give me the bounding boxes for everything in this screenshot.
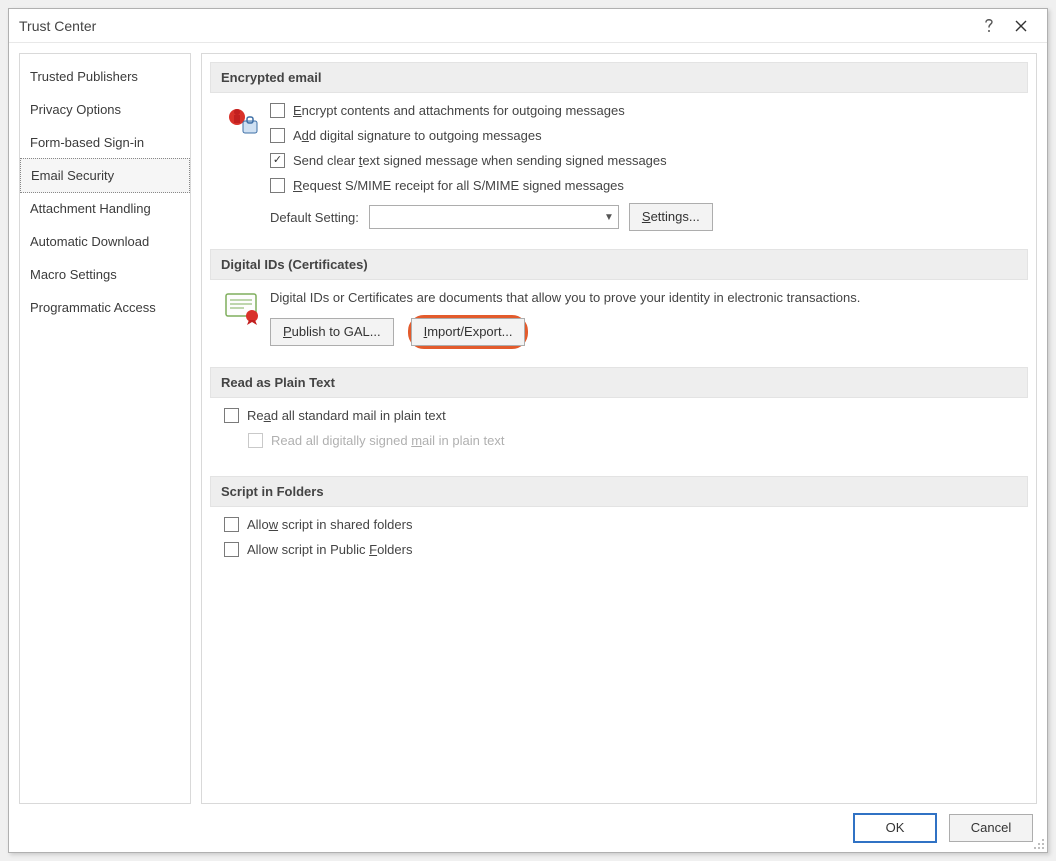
section-header-script-in-folders: Script in Folders <box>210 476 1028 507</box>
checkbox-request-smime-receipt[interactable]: Request S/MIME receipt for all S/MIME si… <box>270 178 1022 193</box>
window-title: Trust Center <box>19 18 973 34</box>
checkbox-send-clear-text[interactable]: ✓ Send clear text signed message when se… <box>270 153 1022 168</box>
help-button[interactable] <box>973 14 1005 38</box>
default-setting-select[interactable]: ▼ <box>369 205 619 229</box>
checkbox-read-all-plain-text[interactable]: Read all standard mail in plain text <box>224 408 1022 423</box>
checkbox-add-digital-signature[interactable]: Add digital signature to outgoing messag… <box>270 128 1022 143</box>
checkbox-label: Add digital signature to outgoing messag… <box>293 128 542 143</box>
sidebar-item-form-based-signin[interactable]: Form-based Sign-in <box>20 126 190 159</box>
section-script-in-folders: Allow script in shared folders Allow scr… <box>210 507 1028 571</box>
content-panel: Encrypted email Encrypt contents and att… <box>201 53 1037 804</box>
sidebar-item-automatic-download[interactable]: Automatic Download <box>20 225 190 258</box>
checkbox-label: Read all standard mail in plain text <box>247 408 446 423</box>
publish-to-gal-button[interactable]: Publish to GAL... <box>270 318 394 346</box>
section-header-plain-text: Read as Plain Text <box>210 367 1028 398</box>
cancel-button[interactable]: Cancel <box>949 814 1033 842</box>
checkbox-label: Request S/MIME receipt for all S/MIME si… <box>293 178 624 193</box>
checkbox-encrypt-contents[interactable]: Encrypt contents and attachments for out… <box>270 103 1022 118</box>
trust-center-dialog: Trust Center Trusted Publishers Privacy … <box>8 8 1048 853</box>
sidebar-item-attachment-handling[interactable]: Attachment Handling <box>20 192 190 225</box>
highlight-annotation: Import/Export... <box>408 315 529 349</box>
section-plain-text: Read all standard mail in plain text Rea… <box>210 398 1028 462</box>
dialog-body: Trusted Publishers Privacy Options Form-… <box>9 43 1047 804</box>
default-setting-label: Default Setting: <box>270 210 359 225</box>
checkbox-icon <box>270 103 285 118</box>
checkbox-icon <box>224 517 239 532</box>
checkbox-label: Allow script in shared folders <box>247 517 412 532</box>
checkbox-icon <box>248 433 263 448</box>
sidebar-item-privacy-options[interactable]: Privacy Options <box>20 93 190 126</box>
section-header-encrypted-email: Encrypted email <box>210 62 1028 93</box>
resize-grip-icon <box>1031 836 1045 850</box>
checkbox-allow-script-shared[interactable]: Allow script in shared folders <box>224 517 1022 532</box>
certificate-icon <box>216 290 270 349</box>
checkbox-label: Allow script in Public Folders <box>247 542 412 557</box>
sidebar-item-email-security[interactable]: Email Security <box>20 158 190 193</box>
checkbox-label: Read all digitally signed mail in plain … <box>271 433 504 448</box>
checkbox-icon <box>270 128 285 143</box>
checkbox-allow-script-public[interactable]: Allow script in Public Folders <box>224 542 1022 557</box>
close-button[interactable] <box>1005 14 1037 38</box>
titlebar: Trust Center <box>9 9 1047 43</box>
dialog-footer: OK Cancel <box>9 804 1047 852</box>
sidebar-item-trusted-publishers[interactable]: Trusted Publishers <box>20 60 190 93</box>
sidebar: Trusted Publishers Privacy Options Form-… <box>19 53 191 804</box>
checkbox-icon: ✓ <box>270 153 285 168</box>
section-header-digital-ids: Digital IDs (Certificates) <box>210 249 1028 280</box>
checkbox-icon <box>270 178 285 193</box>
close-icon <box>1015 20 1027 32</box>
checkbox-label: Encrypt contents and attachments for out… <box>293 103 625 118</box>
chevron-down-icon: ▼ <box>604 212 614 223</box>
section-digital-ids: Digital IDs or Certificates are document… <box>210 280 1028 353</box>
checkbox-icon <box>224 408 239 423</box>
ok-button[interactable]: OK <box>853 813 937 843</box>
settings-button[interactable]: Settings... <box>629 203 713 231</box>
import-export-button[interactable]: Import/Export... <box>411 318 526 346</box>
checkbox-icon <box>224 542 239 557</box>
encrypted-email-icon <box>216 103 270 231</box>
default-setting-row: Default Setting: ▼ Settings... <box>270 203 1022 231</box>
sidebar-item-programmatic-access[interactable]: Programmatic Access <box>20 291 190 324</box>
digital-ids-description: Digital IDs or Certificates are document… <box>270 290 1022 305</box>
help-icon <box>983 18 995 34</box>
sidebar-item-macro-settings[interactable]: Macro Settings <box>20 258 190 291</box>
checkbox-label: Send clear text signed message when send… <box>293 153 667 168</box>
checkbox-read-signed-plain-text: Read all digitally signed mail in plain … <box>248 433 1022 448</box>
section-encrypted-email: Encrypt contents and attachments for out… <box>210 93 1028 235</box>
